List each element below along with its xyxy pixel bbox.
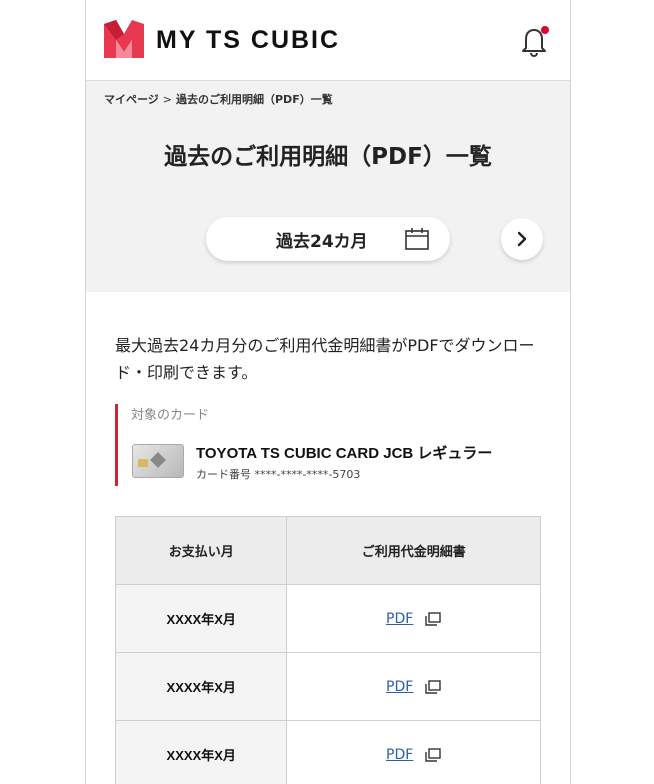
chevron-right-icon [517, 231, 527, 247]
payment-month-cell: XXXX年X月 [114, 584, 288, 653]
table-row: XXXX年X月 PDF [114, 584, 541, 653]
next-period-button[interactable] [501, 218, 543, 260]
column-header-payment-month: お支払い月 [114, 516, 288, 585]
payment-month-cell: XXXX年X月 [114, 720, 288, 784]
target-card-heading: 対象のカード [131, 408, 210, 423]
pdf-download-link[interactable]: PDF [386, 747, 413, 763]
open-new-window-icon [425, 748, 442, 762]
app-header: MY TS CUBIC [86, 0, 570, 81]
pdf-cell: PDF [286, 584, 541, 653]
phone-frame: MY TS CUBIC マイページ > 過去のご利用明細（PDF）一覧 過去のご利用… [85, 0, 571, 784]
card-chip [138, 459, 148, 467]
description-text: 最大過去24カ月分のご利用代金明細書がPDFでダウンロード・印刷できます。 [115, 336, 535, 382]
breadcrumb: マイページ > 過去のご利用明細（PDF）一覧 [104, 91, 333, 107]
target-card-block: 対象のカード TOYOTA TS CUBIC CARD JCB レギュラー カー… [115, 404, 548, 486]
period-select-button[interactable]: 過去24カ月 [206, 217, 450, 261]
statement-table: お支払い月 ご利用代金明細書 XXXX年X月 PDF XXXX年X月 PDF X… [114, 516, 541, 784]
open-new-window-icon [425, 680, 442, 694]
card-number: カード番号 ****-****-****-5703 [196, 468, 361, 481]
calendar-icon [405, 228, 429, 250]
payment-month-cell: XXXX年X月 [114, 652, 288, 721]
table-row: XXXX年X月 PDF [114, 720, 541, 784]
breadcrumb-separator: > [162, 93, 172, 106]
ts-cubic-logo-icon [104, 20, 144, 58]
column-header-statement: ご利用代金明細書 [286, 516, 541, 585]
pdf-download-link[interactable]: PDF [386, 611, 413, 627]
pdf-cell: PDF [286, 652, 541, 721]
notification-bell-icon[interactable] [518, 24, 550, 58]
table-header-row: お支払い月 ご利用代金明細書 [114, 516, 541, 585]
breadcrumb-mypage-link[interactable]: マイページ [104, 93, 159, 106]
open-new-window-icon [425, 612, 442, 626]
brand-name: MY TS CUBIC [156, 26, 341, 54]
table-row: XXXX年X月 PDF [114, 652, 541, 721]
breadcrumb-current: 過去のご利用明細（PDF）一覧 [176, 93, 333, 106]
page-title: 過去のご利用明細（PDF）一覧 [164, 144, 492, 170]
card-name: TOYOTA TS CUBIC CARD JCB レギュラー [196, 445, 493, 462]
hero-section: マイページ > 過去のご利用明細（PDF）一覧 過去のご利用明細（PDF）一覧 過去… [86, 81, 570, 292]
card-cube-graphic [150, 452, 166, 468]
period-label: 過去24カ月 [276, 232, 368, 252]
credit-card-image [132, 444, 184, 478]
pdf-download-link[interactable]: PDF [386, 679, 413, 695]
pdf-cell: PDF [286, 720, 541, 784]
notification-dot [541, 26, 549, 34]
